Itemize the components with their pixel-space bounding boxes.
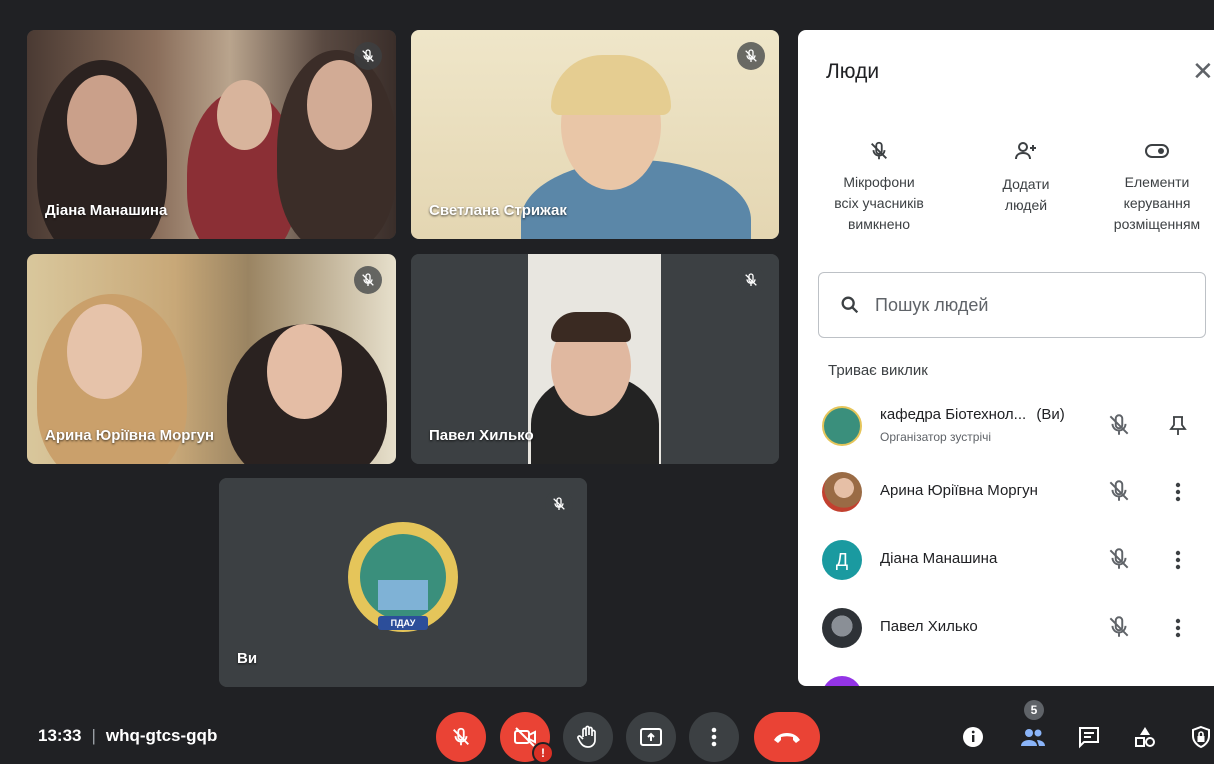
people-count-badge: 5 xyxy=(1024,700,1044,720)
participant-row[interactable]: Д Діана Манашина xyxy=(798,530,1214,590)
action-label-line: керування xyxy=(1123,195,1191,211)
add-person-icon xyxy=(966,130,1086,172)
raise-hand-button[interactable] xyxy=(563,712,613,762)
leave-call-button[interactable] xyxy=(754,712,820,762)
mic-off-icon xyxy=(816,130,942,172)
participant-name: Светлана Стрижак xyxy=(429,202,567,219)
avatar: Д xyxy=(822,540,862,580)
action-label-line: Мікрофони xyxy=(843,174,915,190)
muted-mic-icon xyxy=(737,266,765,294)
participant-name: Арина Юріївна Моргун xyxy=(45,427,215,444)
more-options-icon[interactable] xyxy=(1168,546,1188,574)
role-label: Організатор зустрічі xyxy=(880,430,992,444)
panel-title: Люди xyxy=(826,60,880,83)
present-screen-button[interactable] xyxy=(626,712,676,762)
avatar xyxy=(822,676,862,686)
host-controls-button[interactable] xyxy=(1184,720,1214,754)
mic-off-icon[interactable] xyxy=(1106,478,1134,506)
participant-name: Павел Хилько xyxy=(429,427,534,444)
action-label-line: людей xyxy=(1004,197,1048,213)
avatar-letter: Д xyxy=(835,549,849,570)
activities-button[interactable] xyxy=(1128,720,1162,754)
participant-row[interactable]: кафедра Біотехнол... (Ви) Організатор зу… xyxy=(798,396,1214,456)
mute-all-button[interactable]: Мікрофони всіх учасників вимкнено xyxy=(816,130,942,235)
add-people-button[interactable]: Додати людей xyxy=(966,130,1086,216)
more-vert-icon xyxy=(711,727,717,747)
participant-row[interactable]: Арина Юріївна Моргун xyxy=(798,462,1214,522)
participant-name: Арина Юріївна Моргун xyxy=(880,482,1038,499)
host-controls-button[interactable]: Елементи керування розміщенням xyxy=(1094,130,1214,235)
participant-name: Діана Манашина xyxy=(880,550,998,567)
mic-toggle-button[interactable] xyxy=(436,712,486,762)
more-options-button[interactable] xyxy=(689,712,739,762)
hand-icon xyxy=(577,725,596,748)
shield-lock-icon xyxy=(1192,725,1210,749)
meeting-details-button[interactable] xyxy=(956,720,990,754)
participant-name: Ви xyxy=(237,650,258,667)
meeting-code: whq-gtcs-gqb xyxy=(105,726,218,745)
in-call-label: Триває виклик xyxy=(828,362,928,379)
info-icon xyxy=(963,727,983,747)
search-input[interactable] xyxy=(873,293,1177,317)
muted-mic-icon xyxy=(354,42,382,70)
action-label-line: Елементи xyxy=(1124,174,1190,190)
people-search[interactable] xyxy=(818,272,1206,338)
search-icon xyxy=(841,296,859,314)
more-options-icon[interactable] xyxy=(1168,478,1188,506)
participant-name: Павел Хилько xyxy=(880,618,978,635)
close-icon[interactable]: ✕ xyxy=(1192,56,1214,87)
muted-mic-icon xyxy=(737,42,765,70)
chat-button[interactable] xyxy=(1072,720,1106,754)
chat-icon xyxy=(1079,727,1099,749)
video-tile-diana[interactable]: Діана Манашина xyxy=(27,30,396,239)
present-icon xyxy=(640,728,662,746)
people-button[interactable]: 5 xyxy=(1016,700,1050,754)
activities-icon xyxy=(1135,727,1155,747)
action-label-line: розміщенням xyxy=(1113,216,1201,232)
warning-badge-icon: ! xyxy=(532,742,554,764)
mic-off-icon[interactable] xyxy=(1106,412,1134,440)
toggle-icon xyxy=(1094,130,1214,172)
people-icon xyxy=(1021,729,1045,746)
avatar xyxy=(822,406,862,446)
video-tile-aryna[interactable]: Арина Юріївна Моргун xyxy=(27,254,396,464)
divider: | xyxy=(91,726,96,745)
clock: 13:33 xyxy=(38,726,82,745)
people-panel: Люди ✕ Мікрофони всіх учасників вимкнено… xyxy=(798,30,1214,686)
phone-hangup-icon xyxy=(774,733,800,743)
logo-label: ПДАУ xyxy=(378,616,428,630)
muted-mic-icon xyxy=(354,266,382,294)
action-label-line: Додати xyxy=(1002,176,1050,192)
muted-mic-icon xyxy=(545,490,573,518)
more-options-icon[interactable] xyxy=(1168,614,1188,642)
mic-off-icon[interactable] xyxy=(1106,614,1134,642)
action-label-line: всіх учасників xyxy=(834,195,924,211)
camera-toggle-button[interactable]: ! xyxy=(500,712,554,764)
department-logo: ПДАУ xyxy=(348,522,458,632)
you-label: (Ви) xyxy=(1036,406,1065,423)
video-tile-pavel[interactable]: Павел Хилько xyxy=(411,254,779,464)
mic-off-icon[interactable] xyxy=(1106,546,1134,574)
avatar xyxy=(822,472,862,512)
camera-off-icon xyxy=(514,727,536,747)
meeting-info: 13:33 | whq-gtcs-gqb xyxy=(38,726,217,746)
participant-name: кафедра Біотехнол... xyxy=(880,406,1027,423)
pin-icon[interactable] xyxy=(1168,412,1188,440)
participant-row[interactable]: Павел Хилько xyxy=(798,598,1214,658)
avatar xyxy=(822,608,862,648)
action-label-line: вимкнено xyxy=(847,216,911,232)
video-tile-svetlana[interactable]: Светлана Стрижак xyxy=(411,30,779,239)
participant-name: Діана Манашина xyxy=(45,202,168,219)
video-tile-self[interactable]: ПДАУ Ви xyxy=(219,478,587,687)
mic-off-icon xyxy=(453,727,469,746)
